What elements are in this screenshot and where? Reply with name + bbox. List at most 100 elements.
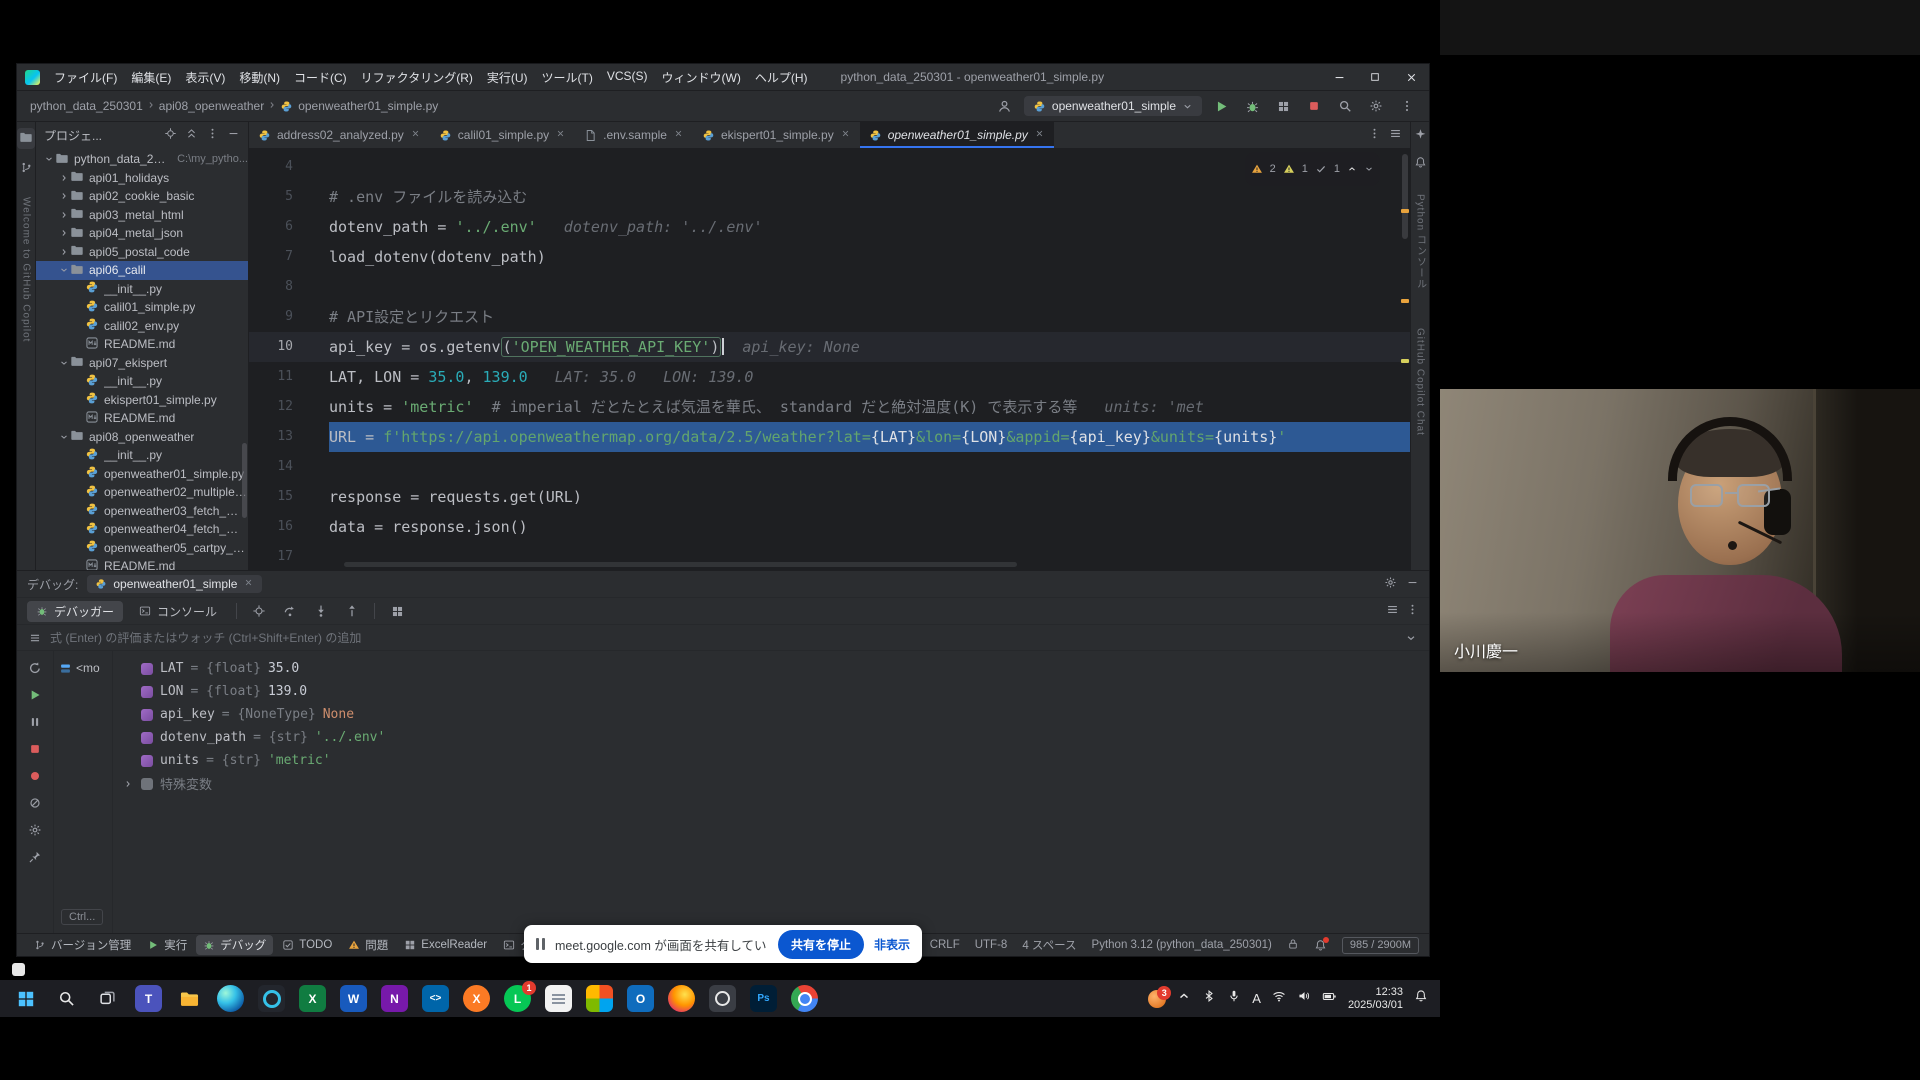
indent-setting[interactable]: 4 スペース — [1022, 937, 1076, 953]
code-line-content[interactable]: # .env ファイルを読み込む — [329, 182, 1410, 212]
menubar-item[interactable]: VCS(S) — [600, 66, 655, 89]
taskbar-notifications-button[interactable] — [1414, 989, 1428, 1008]
bell-w-icon[interactable] — [1414, 989, 1428, 1003]
debug-settings-button[interactable] — [1384, 576, 1397, 592]
tree-item[interactable]: openweather05_cartpy_plot — [36, 539, 248, 558]
hamburger-icon[interactable] — [29, 632, 41, 644]
branch-icon[interactable] — [20, 161, 33, 174]
line-number[interactable]: 9 — [249, 302, 329, 332]
wifi-icon[interactable] — [1272, 989, 1286, 1003]
notifications-tool-button[interactable] — [1414, 156, 1427, 172]
debug-step-over-button[interactable] — [278, 599, 302, 623]
editor-tab[interactable]: ekispert01_simple.py — [693, 122, 860, 148]
statusbar-item[interactable]: ExcelReader — [397, 937, 494, 953]
code-line-content[interactable]: response = requests.get(URL) — [329, 482, 1410, 512]
code-line[interactable]: 9# API設定とリクエスト — [249, 302, 1410, 332]
profiler-button[interactable] — [1271, 94, 1295, 118]
debug-layout-button[interactable] — [385, 599, 409, 623]
desktop-shortcut-icon[interactable] — [12, 963, 25, 976]
taskbar-word-icon[interactable]: W — [340, 985, 367, 1012]
tree-item[interactable]: openweather02_multiple.py — [36, 483, 248, 502]
line-number[interactable]: 16 — [249, 512, 329, 542]
tab-close-icon[interactable] — [410, 128, 421, 142]
breadcrumb-item[interactable]: api08_openweather — [156, 97, 267, 115]
code-line[interactable]: 4 — [249, 152, 1410, 182]
line-separator[interactable]: CRLF — [930, 939, 960, 951]
chevron-up-w-icon[interactable] — [1347, 164, 1357, 174]
warn-orange-icon[interactable] — [1251, 163, 1263, 175]
statusbar-item[interactable]: TODO — [275, 937, 339, 953]
tree-item[interactable]: python_data_250301C:\my_pytho... — [36, 150, 248, 169]
taskbar-edge-icon[interactable] — [217, 985, 244, 1012]
menubar-item[interactable]: ヘルプ(H) — [748, 66, 815, 89]
debug-view-tab[interactable]: コンソール — [130, 601, 226, 622]
step-over-icon[interactable] — [283, 604, 297, 618]
debug-button[interactable] — [1240, 94, 1264, 118]
hamburger-icon[interactable] — [1386, 603, 1399, 616]
tree-item[interactable]: ekispert01_simple.py — [36, 391, 248, 410]
pin-icon[interactable] — [28, 850, 42, 864]
debugger-mute-bp-button[interactable] — [28, 796, 42, 813]
step-out-icon[interactable] — [345, 604, 359, 618]
tree-chevron-icon[interactable] — [57, 191, 70, 201]
grid-icon[interactable] — [1277, 100, 1290, 113]
breakpoint-icon[interactable] — [28, 769, 42, 783]
code-line-content[interactable] — [329, 272, 1410, 302]
project-panel-title[interactable]: プロジェ... — [44, 127, 102, 144]
tree-item[interactable]: api02_cookie_basic — [36, 187, 248, 206]
battery-icon[interactable] — [1322, 989, 1337, 1004]
taskbar-start-icon[interactable] — [12, 985, 39, 1012]
file-encoding[interactable]: UTF-8 — [975, 939, 1008, 951]
tree-item[interactable]: README.md — [36, 335, 248, 354]
ime-indicator[interactable]: A — [1252, 991, 1261, 1006]
line-number[interactable]: 17 — [249, 542, 329, 570]
line-number[interactable]: 5 — [249, 182, 329, 212]
debug-view-tab[interactable]: デバッガー — [27, 601, 123, 622]
statusbar-item[interactable]: 問題 — [341, 935, 395, 955]
tree-item[interactable]: api01_holidays — [36, 169, 248, 188]
pause-icon[interactable] — [28, 715, 42, 729]
session-close-icon[interactable] — [243, 577, 254, 591]
taskbar-office-hub-icon[interactable] — [586, 985, 613, 1012]
mute-bp-icon[interactable] — [28, 796, 42, 810]
tree-item[interactable]: calil01_simple.py — [36, 298, 248, 317]
taskbar-chrome-icon[interactable] — [791, 985, 818, 1012]
chevron-up-w-icon[interactable] — [1177, 989, 1191, 1003]
step-into-icon[interactable] — [314, 604, 328, 618]
run-button[interactable] — [1209, 94, 1233, 118]
locate-icon[interactable] — [252, 604, 266, 618]
tree-chevron-icon[interactable] — [57, 432, 70, 442]
debugger-breakpoint-button[interactable] — [28, 769, 42, 786]
max-icon[interactable] — [1369, 71, 1381, 83]
special-variables-row[interactable]: 特殊変数 — [121, 772, 1429, 795]
menubar-item[interactable]: 表示(V) — [178, 66, 232, 89]
speaker-icon[interactable] — [1297, 989, 1311, 1003]
chevron-down-icon[interactable] — [1405, 632, 1417, 644]
code-line-content[interactable]: data = response.json() — [329, 512, 1410, 542]
code-with-me-button[interactable] — [993, 94, 1017, 118]
taskbar-excel-icon[interactable]: X — [299, 985, 326, 1012]
taskbar-line-icon[interactable]: L1 — [504, 985, 531, 1012]
maximize-button[interactable] — [1357, 64, 1393, 90]
min-icon[interactable] — [1333, 71, 1346, 84]
collapse-icon[interactable] — [185, 127, 198, 140]
tree-chevron-icon[interactable] — [57, 265, 70, 275]
tree-scrollbar[interactable] — [242, 443, 247, 518]
debug-step-out-button[interactable] — [340, 599, 364, 623]
stop-button[interactable] — [1302, 94, 1326, 118]
taskbar-app-ring-icon[interactable] — [258, 985, 285, 1012]
debugger-pin-button[interactable] — [28, 850, 42, 867]
search-everywhere-button[interactable] — [1333, 94, 1357, 118]
menubar-item[interactable]: 移動(N) — [232, 66, 287, 89]
tree-item[interactable]: api05_postal_code — [36, 243, 248, 262]
taskbar-file-explorer-icon[interactable] — [176, 985, 203, 1012]
tree-item[interactable]: openweather01_simple.py — [36, 465, 248, 484]
gear-icon[interactable] — [1369, 99, 1383, 113]
taskbar-clock[interactable]: 12:332025/03/01 — [1348, 986, 1403, 1012]
line-number[interactable]: 6 — [249, 212, 329, 242]
taskbar-firefox-icon[interactable] — [668, 985, 695, 1012]
line-number[interactable]: 7 — [249, 242, 329, 272]
tab-close-icon[interactable] — [673, 128, 684, 142]
tree-item[interactable]: openweather04_fetch_multi — [36, 520, 248, 539]
debugger-stop-button[interactable] — [28, 742, 42, 759]
